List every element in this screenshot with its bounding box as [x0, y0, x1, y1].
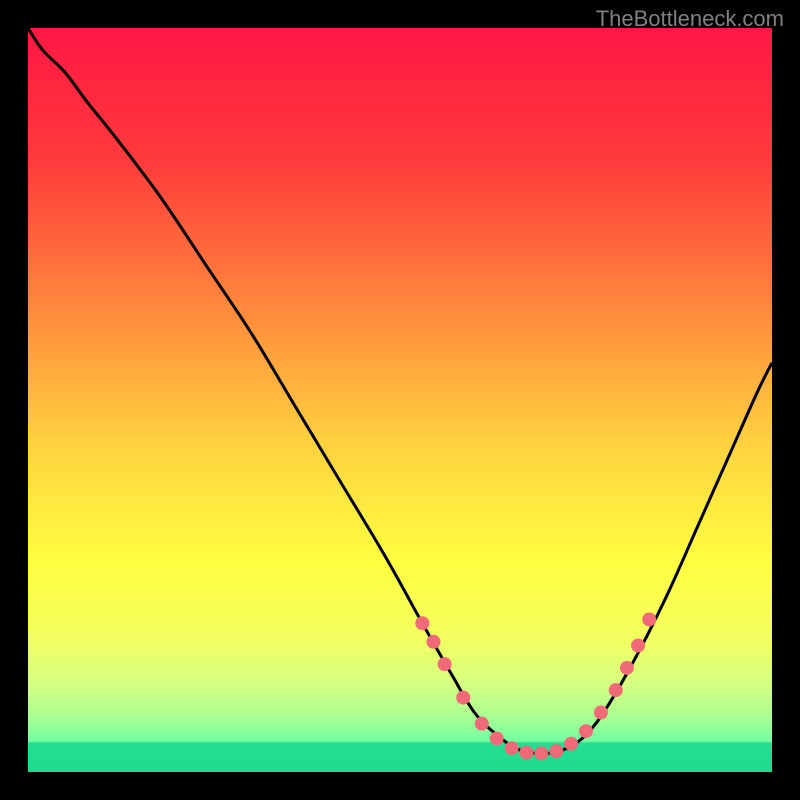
marker-dot — [505, 741, 519, 755]
bottom-band — [28, 742, 772, 772]
marker-dot — [642, 612, 656, 626]
marker-dot — [579, 724, 593, 738]
marker-dot — [564, 737, 578, 751]
marker-dot — [415, 616, 429, 630]
marker-dot — [438, 657, 452, 671]
marker-dot — [426, 635, 440, 649]
marker-dot — [594, 705, 608, 719]
marker-dot — [519, 746, 533, 760]
marker-dot — [490, 732, 504, 746]
marker-dot — [475, 717, 489, 731]
marker-dot — [549, 744, 563, 758]
marker-dot — [631, 639, 645, 653]
watermark-text: TheBottleneck.com — [596, 6, 784, 32]
chart-frame: TheBottleneck.com — [0, 0, 800, 800]
marker-dot — [609, 683, 623, 697]
gradient-background — [28, 28, 772, 772]
marker-dot — [456, 691, 470, 705]
bottleneck-chart — [28, 28, 772, 772]
marker-dot — [534, 746, 548, 760]
marker-dot — [620, 661, 634, 675]
